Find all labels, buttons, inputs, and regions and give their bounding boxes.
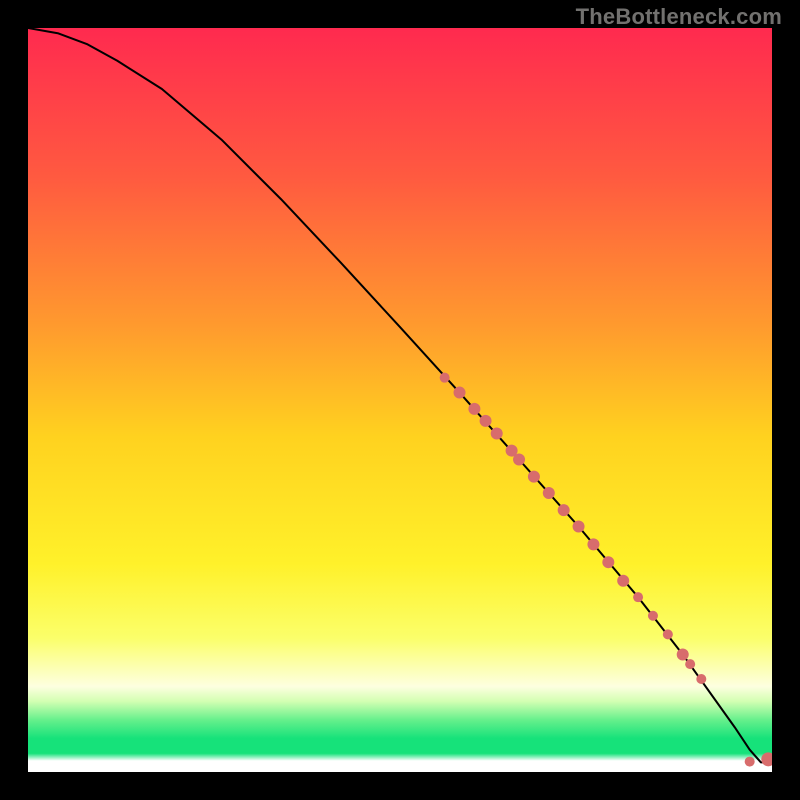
highlight-dot xyxy=(633,592,643,602)
highlight-dot xyxy=(491,427,503,439)
plot-svg xyxy=(28,28,772,772)
highlight-dot xyxy=(685,659,695,669)
highlight-dot xyxy=(587,538,599,550)
highlight-dot xyxy=(696,674,706,684)
highlight-dot xyxy=(528,471,540,483)
highlight-dot xyxy=(543,487,555,499)
highlight-dot xyxy=(573,520,585,532)
highlight-dot xyxy=(663,629,673,639)
highlight-dot xyxy=(558,504,570,516)
highlight-dot xyxy=(677,648,689,660)
highlight-dot xyxy=(648,611,658,621)
highlight-dot xyxy=(480,415,492,427)
watermark-text: TheBottleneck.com xyxy=(576,4,782,30)
highlight-dot xyxy=(440,373,450,383)
chart-stage: TheBottleneck.com xyxy=(0,0,800,800)
plot-area xyxy=(28,28,772,772)
highlight-dot xyxy=(468,403,480,415)
highlight-dot xyxy=(745,757,755,767)
highlight-dot xyxy=(617,575,629,587)
highlight-dot xyxy=(602,556,614,568)
gradient-background xyxy=(28,28,772,772)
highlight-dot xyxy=(513,454,525,466)
highlight-dot xyxy=(454,387,466,399)
